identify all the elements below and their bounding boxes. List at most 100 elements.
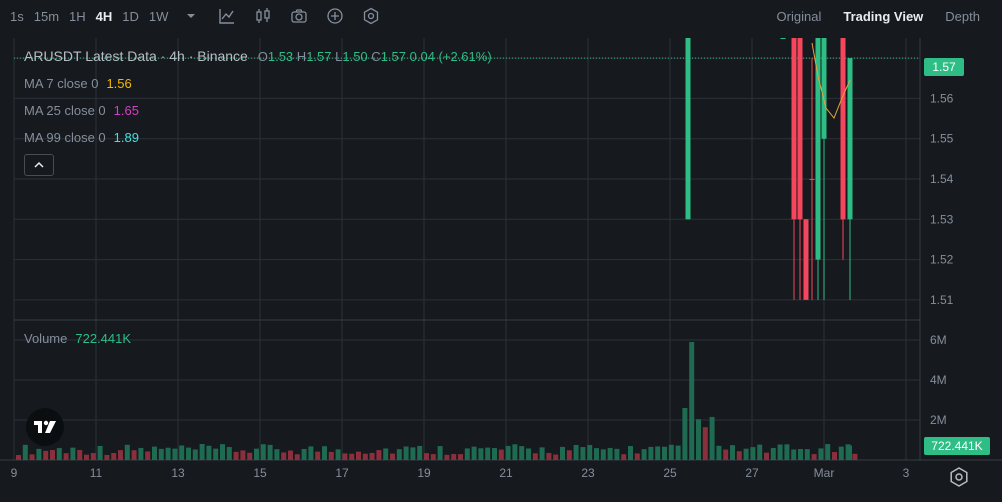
volume-bar [464, 448, 470, 460]
volume-bar [478, 448, 484, 460]
volume-bar [118, 450, 123, 460]
volume-bar [485, 447, 491, 460]
interval-1s[interactable]: 1s [10, 9, 24, 24]
candle-body [847, 58, 853, 220]
interval-15m[interactable]: 15m [34, 9, 59, 24]
chart-settings-icon[interactable] [948, 466, 970, 488]
volume-bar [682, 408, 688, 460]
volume-bar [172, 448, 178, 460]
collapse-legend-button[interactable] [24, 154, 54, 176]
view-trading-view[interactable]: Trading View [843, 9, 923, 24]
ma99-value: 1.89 [113, 130, 139, 145]
volume-bar [206, 445, 212, 460]
volume-bar [84, 454, 89, 460]
time-tick-label: 25 [663, 466, 677, 480]
volume-bar [267, 444, 273, 460]
candles-icon[interactable] [254, 7, 272, 25]
last-volume-tag: 722.441K [924, 437, 990, 455]
volume-value: 722.441K [75, 331, 132, 346]
ma25-label: MA 25 close 0 [24, 103, 106, 118]
chevron-down-icon[interactable] [182, 7, 200, 25]
volume-bar [186, 447, 191, 460]
ma99-legend: MA 99 close 0 1.89 [24, 130, 139, 145]
volume-bar [199, 444, 205, 460]
candle-body [815, 38, 821, 260]
view-original[interactable]: Original [777, 9, 822, 24]
volume-bar [274, 449, 280, 460]
time-tick-label: Mar [814, 466, 835, 480]
volume-bar [254, 448, 259, 460]
volume-bar [777, 444, 783, 460]
change-value: 0.04 (+2.61%) [409, 49, 492, 64]
volume-bar [145, 451, 151, 460]
volume-bar [104, 454, 110, 460]
volume-bar [369, 452, 375, 460]
price-chart[interactable]: 1.56 1.55 1.54 1.53 1.52 1.51 6M 4M 2M 9 11 13 15 17 1… [0, 38, 1002, 502]
volume-bar [716, 445, 722, 460]
settings-hex-icon[interactable] [362, 7, 380, 25]
tradingview-logo[interactable] [26, 408, 64, 446]
interval-1w[interactable]: 1W [149, 9, 169, 24]
volume-bar [36, 448, 42, 460]
candle-body [821, 38, 827, 139]
volume-bar [641, 449, 647, 460]
time-tick-label: 19 [417, 466, 431, 480]
volume-bar [315, 451, 321, 460]
volume-bar [736, 451, 742, 460]
candle-body [780, 38, 786, 39]
volume-bar [512, 444, 518, 460]
time-tick-label: 27 [745, 466, 759, 480]
volume-bar [111, 452, 117, 460]
volume-bar [226, 447, 232, 460]
volume-bar [600, 449, 606, 460]
ma7-value: 1.56 [106, 76, 132, 91]
volume-bar [580, 447, 586, 460]
ma99-label: MA 99 close 0 [24, 130, 106, 145]
volume-bar [281, 452, 287, 460]
interval-1d[interactable]: 1D [122, 9, 139, 24]
volume-bar [192, 449, 198, 460]
chart-legend: ARUSDT Latest Data · 4h · Binance O1.53 … [24, 48, 492, 64]
camera-icon[interactable] [290, 7, 308, 25]
ohlc-values: O1.53 H1.57 L1.50 C1.57 0.04 (+2.61%) [258, 49, 492, 64]
volume-bar [492, 448, 497, 460]
add-indicator-icon[interactable] [326, 7, 344, 25]
view-switcher: Original Trading View Depth [777, 0, 1002, 32]
volume-bar [614, 448, 620, 460]
time-tick-label: 17 [335, 466, 349, 480]
volume-bar [56, 448, 62, 460]
volume-bar [519, 446, 525, 460]
volume-bar [43, 450, 49, 460]
time-tick-label: 13 [171, 466, 185, 480]
ma25-legend: MA 25 close 0 1.65 [24, 103, 139, 118]
view-depth[interactable]: Depth [945, 9, 980, 24]
volume-bar [607, 447, 613, 460]
volume-bar [811, 454, 817, 460]
volume-bar [349, 453, 355, 460]
volume-bar [838, 446, 844, 460]
candle-body [809, 179, 815, 180]
volume-bar [335, 449, 341, 460]
volume-bar [546, 452, 552, 460]
volume-bar [152, 446, 157, 460]
volume-bar [322, 446, 327, 460]
interval-4h[interactable]: 4H [96, 9, 113, 24]
volume-bar [424, 453, 429, 460]
volume-bar [308, 446, 314, 460]
volume-bar [798, 449, 803, 460]
low-value: 1.50 [342, 49, 368, 64]
line-chart-icon[interactable] [218, 7, 236, 25]
interval-1h[interactable]: 1H [69, 9, 86, 24]
price-tick-label: 1.55 [930, 132, 954, 146]
chart-area[interactable]: 1.56 1.55 1.54 1.53 1.52 1.51 6M 4M 2M 9 11 13 15 17 1… [0, 38, 1002, 502]
volume-bar [403, 446, 409, 460]
volume-bar [294, 454, 300, 460]
volume-bar [22, 444, 28, 460]
volume-bar [158, 448, 164, 460]
ma7-label: MA 7 close 0 [24, 76, 99, 91]
volume-bar [131, 450, 137, 460]
volume-bar [784, 444, 790, 460]
high-label: H [296, 49, 307, 64]
volume-bar [750, 447, 756, 460]
volume-bar [852, 453, 858, 460]
